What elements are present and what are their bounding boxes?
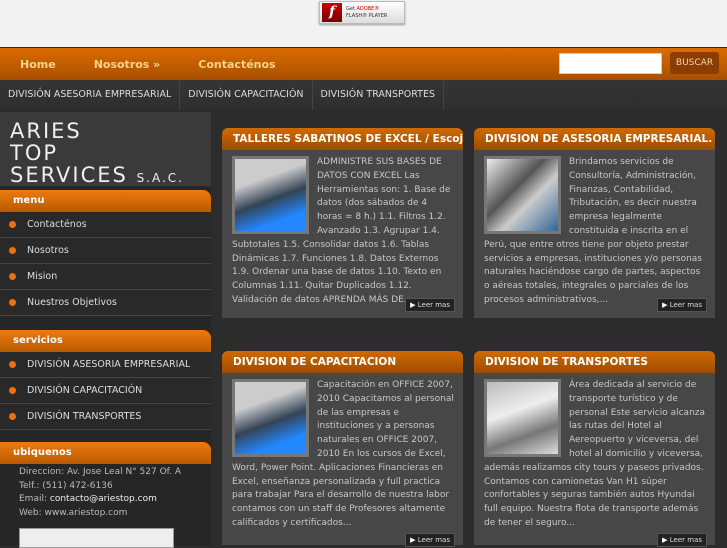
classroom-image (232, 379, 309, 457)
item-label: DIVISIÓN CAPACITACIÓN (27, 385, 143, 396)
flash-adobe: ADOBE® (356, 5, 380, 12)
card-title[interactable]: TALLERES SABATINOS DE EXCEL / Escoja... (222, 128, 463, 150)
sidebar-item-contactenos[interactable]: Contacténos (0, 212, 211, 238)
item-label: Nosotros (27, 245, 69, 256)
read-more-button[interactable]: Leer mas (657, 298, 707, 312)
sidebar-item-mision[interactable]: Mision (0, 264, 211, 290)
item-label: Mision (27, 271, 58, 282)
logo-sac: S.A.C. (136, 171, 184, 185)
classroom-image (232, 156, 309, 234)
address: Direccion: Av. Jose Leal N° 527 Of. A (19, 467, 182, 477)
sidebar: ARIES TOP SERVICES S.A.C. menu Contactén… (0, 112, 211, 548)
location-map[interactable] (19, 528, 174, 548)
sidebar-item-transportes[interactable]: DIVISIÓN TRANSPORTES (0, 404, 211, 430)
nav-home[interactable]: Home (20, 58, 56, 71)
van-image (484, 379, 561, 457)
flash-icon: f (322, 3, 342, 22)
bullet-icon (9, 387, 16, 394)
logo-line3: SERVICES (10, 163, 128, 187)
bullet-icon (9, 221, 16, 228)
main-nav: Home Nosotros » Contacténos BUSCAR (0, 48, 727, 80)
email-link[interactable]: contacto@ariestop.com (50, 494, 157, 504)
item-label: Nuestros Objetivos (27, 297, 117, 308)
nav-contactenos[interactable]: Contacténos (198, 58, 275, 71)
subnav-transportes[interactable]: DIVISIÓN TRANSPORTES (313, 80, 445, 110)
bullet-icon (9, 361, 16, 368)
flash-player: FLASH® PLAYER (346, 12, 388, 19)
search-input[interactable] (559, 53, 662, 74)
nav-nosotros[interactable]: Nosotros » (94, 58, 161, 71)
servicios-heading: servicios (0, 330, 211, 352)
sidebar-item-asesoria[interactable]: DIVISIÓN ASESORIA EMPRESARIAL (0, 352, 211, 378)
sidebar-item-nosotros[interactable]: Nosotros (0, 238, 211, 264)
calculator-image (484, 156, 561, 234)
card-title[interactable]: DIVISION DE TRANSPORTES (474, 351, 715, 373)
logo-line1: ARIES (10, 119, 82, 143)
get-flash-player-button[interactable]: f Get ADOBE® FLASH® PLAYER (319, 1, 405, 24)
bullet-icon (9, 273, 16, 280)
flash-get: Get (346, 5, 355, 12)
phone: Telf.: (511) 472-6136 (19, 480, 113, 491)
card-talleres-excel: TALLERES SABATINOS DE EXCEL / Escoja... … (222, 128, 463, 318)
contact-info: Direccion: Av. Jose Leal N° 527 Of. A Te… (0, 464, 211, 520)
search-button[interactable]: BUSCAR (670, 52, 719, 74)
menu-heading: menu (0, 190, 211, 212)
sidebar-item-objetivos[interactable]: Nuestros Objetivos (0, 290, 211, 316)
website: Web: www.ariestop.com (19, 507, 128, 518)
item-label: Contacténos (27, 219, 87, 230)
logo[interactable]: ARIES TOP SERVICES S.A.C. (0, 112, 211, 186)
bullet-icon (9, 413, 16, 420)
bullet-icon (9, 247, 16, 254)
card-title[interactable]: DIVISION DE ASESORIA EMPRESARIAL. (474, 128, 715, 150)
subnav-asesoria[interactable]: DIVISIÓN ASESORIA EMPRESARIAL (0, 80, 181, 110)
item-label: DIVISIÓN ASESORIA EMPRESARIAL (27, 359, 191, 370)
bullet-icon (9, 299, 16, 306)
logo-line2: TOP (10, 141, 59, 165)
ubiquenos-heading: ubiquenos (0, 442, 211, 464)
card-capacitacion: DIVISION DE CAPACITACION Capacitación en… (222, 351, 463, 547)
read-more-button[interactable]: Leer mas (405, 298, 455, 312)
flash-banner-area: f Get ADOBE® FLASH® PLAYER (0, 0, 727, 47)
item-label: DIVISIÓN TRANSPORTES (27, 411, 142, 422)
division-nav: DIVISIÓN ASESORIA EMPRESARIAL DIVISIÓN C… (0, 80, 727, 110)
card-transportes: DIVISION DE TRANSPORTES Área dedicada al… (474, 351, 715, 547)
card-title[interactable]: DIVISION DE CAPACITACION (222, 351, 463, 373)
subnav-capacitacion[interactable]: DIVISIÓN CAPACITACIÓN (180, 80, 313, 110)
card-asesoria: DIVISION DE ASESORIA EMPRESARIAL. Brinda… (474, 128, 715, 318)
email-label: Email: (19, 494, 48, 504)
sidebar-item-capacitacion[interactable]: DIVISIÓN CAPACITACIÓN (0, 378, 211, 404)
